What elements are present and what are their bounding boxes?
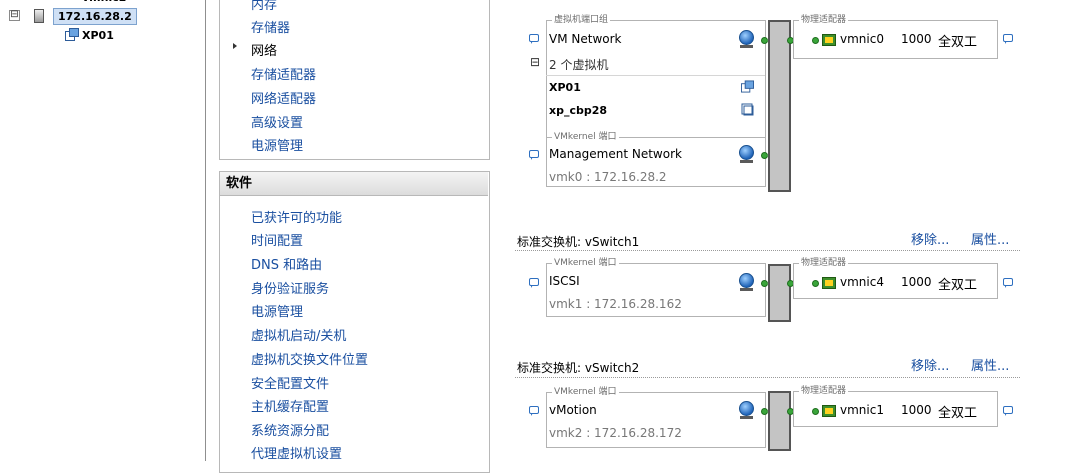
nic-speed: 1000 [901, 403, 932, 417]
vm-count-label: 2 个虚拟机 [549, 58, 609, 72]
nav-item-storage[interactable]: 存储器 [251, 17, 290, 36]
vm-powered-on-icon [741, 80, 754, 93]
network-globe-icon [739, 273, 754, 288]
nav-item-swapfile-location[interactable]: 虚拟机交换文件位置 [251, 349, 368, 368]
network-globe-icon [739, 145, 754, 160]
vswitch2-title: 标准交换机: vSwitch2 [517, 361, 640, 375]
vswitch1-title: 标准交换机: vSwitch1 [517, 235, 640, 249]
nav-item-licensed-features[interactable]: 已获许可的功能 [251, 207, 342, 226]
nic-name[interactable]: vmnic0 [840, 32, 884, 46]
nav-item-vm-startup[interactable]: 虚拟机启动/关机 [251, 325, 346, 344]
vswitch2-properties-link[interactable]: 属性... [971, 355, 1009, 374]
nav-item-agent-vm[interactable]: 代理虚拟机设置 [251, 443, 342, 462]
vm-port-group-title: 虚拟机端口组 [552, 15, 611, 25]
selected-indicator-icon [233, 43, 237, 49]
vm-list-expander[interactable]: ⊟ [530, 55, 540, 69]
nav-item-network-adapters[interactable]: 网络适配器 [251, 88, 316, 107]
nav-item-host-cache[interactable]: 主机缓存配置 [251, 396, 329, 415]
vmkernel-info-icon[interactable] [529, 406, 539, 416]
vm-powered-off-icon [741, 103, 754, 116]
tree-item-vm[interactable]: XP01 [82, 29, 114, 42]
nav-item-memory[interactable]: 内存 [251, 0, 277, 13]
nic-duplex: 全双工 [938, 406, 978, 421]
physical-adapter-title: 物理适配器 [799, 386, 849, 396]
adapter-info-icon[interactable] [1003, 34, 1013, 44]
network-globe-icon [739, 401, 754, 416]
nic-card-icon [822, 405, 836, 417]
vmkernel-ip: vmk0 : 172.16.28.2 [549, 170, 667, 184]
vm-entry-xp-cbp28[interactable]: xp_cbp28 [549, 104, 607, 117]
vmkernel-ip: vmk1 : 172.16.28.162 [549, 297, 682, 311]
vmkernel-info-icon[interactable] [529, 150, 539, 160]
tree-item-host[interactable]: 172.16.28.2 [53, 8, 137, 25]
nic-card-icon [822, 34, 836, 46]
vmkernel-port-name[interactable]: ISCSI [549, 274, 580, 288]
vmkernel-port-title: VMkernel 端口 [552, 387, 619, 397]
nav-item-power-management-sw[interactable]: 电源管理 [251, 301, 303, 320]
host-server-icon [34, 9, 44, 23]
nav-item-auth-services[interactable]: 身份验证服务 [251, 278, 329, 297]
vswitch2-bar [768, 391, 791, 451]
inventory-tree: vmnic2 ⊟ 172.16.28.2 XP01 [0, 0, 205, 461]
network-globe-icon [739, 30, 754, 45]
nav-item-dns-routing[interactable]: DNS 和路由 [251, 254, 322, 273]
vm-port-group-name[interactable]: VM Network [549, 32, 621, 46]
vmkernel-port-name[interactable]: vMotion [549, 403, 597, 417]
adapter-dot [812, 37, 819, 44]
adapter-info-icon[interactable] [1003, 406, 1013, 416]
globe-base [740, 288, 753, 291]
vswitch0-bar [768, 20, 791, 192]
adapter-dot [812, 280, 819, 287]
adapter-dot [812, 408, 819, 415]
section-divider [515, 377, 1020, 378]
tree-item-partial[interactable]: vmnic2 [82, 0, 126, 4]
nic-speed: 1000 [901, 32, 932, 46]
vmkernel-ip: vmk2 : 172.16.28.172 [549, 426, 682, 440]
nic-speed: 1000 [901, 275, 932, 289]
nic-name[interactable]: vmnic1 [840, 403, 884, 417]
physical-adapter-title: 物理适配器 [799, 258, 849, 268]
section-divider [515, 250, 1020, 251]
nic-duplex: 全双工 [938, 35, 978, 50]
physical-adapter-title: 物理适配器 [799, 15, 849, 25]
vswitch1-remove-link[interactable]: 移除... [911, 229, 949, 248]
adapter-info-icon[interactable] [1003, 278, 1013, 288]
virtual-machine-icon [65, 28, 79, 41]
globe-base [740, 45, 753, 48]
nav-item-networking[interactable]: 网络 [251, 40, 277, 59]
nic-duplex: 全双工 [938, 278, 978, 293]
nav-item-time-config[interactable]: 时间配置 [251, 230, 303, 249]
vswitch1-properties-link[interactable]: 属性... [971, 229, 1009, 248]
vmkernel-port-name[interactable]: Management Network [549, 147, 682, 161]
vmkernel-info-icon[interactable] [529, 278, 539, 288]
nav-item-power-management-hw[interactable]: 电源管理 [251, 135, 303, 154]
vswitch2-remove-link[interactable]: 移除... [911, 355, 949, 374]
nav-item-advanced-settings[interactable]: 高级设置 [251, 112, 303, 131]
nic-card-icon [822, 277, 836, 289]
nav-item-resource-allocation[interactable]: 系统资源分配 [251, 420, 329, 439]
row-separator [546, 75, 765, 76]
vswitch1-bar [768, 264, 791, 322]
vmkernel-port-title: VMkernel 端口 [552, 132, 619, 142]
nav-item-storage-adapters[interactable]: 存储适配器 [251, 64, 316, 83]
globe-base [740, 160, 753, 163]
vm-entry-xp01[interactable]: XP01 [549, 81, 581, 94]
collapse-toggle[interactable]: ⊟ [9, 10, 20, 21]
globe-base [740, 416, 753, 419]
network-adapter-icon [66, 0, 80, 2]
nic-name[interactable]: vmnic4 [840, 275, 884, 289]
port-group-info-icon[interactable] [529, 34, 539, 44]
nav-item-security-profile[interactable]: 安全配置文件 [251, 373, 329, 392]
software-section-header: 软件 [220, 172, 488, 196]
vmkernel-port-title: VMkernel 端口 [552, 258, 619, 268]
